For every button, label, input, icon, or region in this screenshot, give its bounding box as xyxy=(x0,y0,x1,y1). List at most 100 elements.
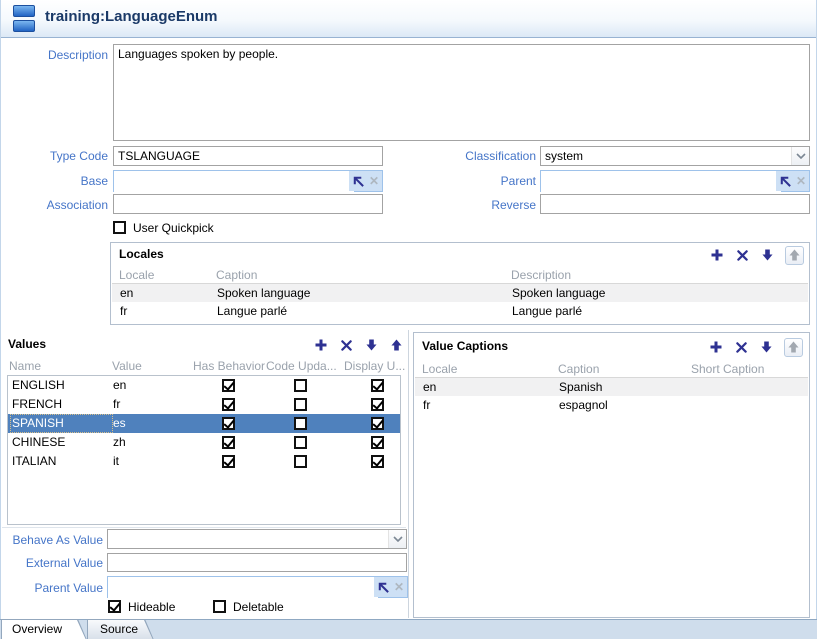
values-group-separator xyxy=(2,527,406,528)
values-row[interactable]: CHINESEzh xyxy=(8,433,400,452)
table-cell: Spanish xyxy=(559,378,602,396)
hideable-checkbox[interactable] xyxy=(108,600,121,613)
parent-value-picker[interactable]: ✕ xyxy=(107,576,408,598)
value-code-cell: zh xyxy=(113,433,126,452)
table-row[interactable]: en Spoken language Spoken language xyxy=(112,284,808,302)
tab-overview-label: Overview xyxy=(12,622,62,636)
classification-select[interactable]: system xyxy=(540,146,810,166)
table-cell: Langue parlé xyxy=(512,302,582,320)
remove-button[interactable] xyxy=(734,340,748,354)
table-cell: Spoken language xyxy=(217,284,310,302)
tab-source[interactable]: Source xyxy=(87,619,154,639)
values-row[interactable]: SPANISHes xyxy=(8,414,400,433)
reverse-input[interactable] xyxy=(540,194,810,214)
code-updatable-checkbox[interactable] xyxy=(294,398,307,411)
description-field[interactable]: Languages spoken by people. xyxy=(113,44,810,141)
display-updatable-checkbox[interactable] xyxy=(371,436,384,449)
column-header: Locale xyxy=(119,268,154,282)
add-button[interactable] xyxy=(710,248,724,262)
parent-label: Parent xyxy=(400,174,536,188)
add-button[interactable] xyxy=(314,338,328,352)
values-row[interactable]: ITALIANit xyxy=(8,452,400,471)
has-behavior-checkbox[interactable] xyxy=(222,398,235,411)
parent-value-input[interactable] xyxy=(108,577,378,599)
display-updatable-checkbox[interactable] xyxy=(371,455,384,468)
display-updatable-checkbox[interactable] xyxy=(371,417,384,430)
pick-cursor-icon[interactable] xyxy=(377,580,391,594)
table-cell: Spoken language xyxy=(512,284,605,302)
display-updatable-checkbox[interactable] xyxy=(371,398,384,411)
clear-icon[interactable]: ✕ xyxy=(394,581,404,593)
move-up-button[interactable] xyxy=(784,338,803,357)
parent-input[interactable] xyxy=(541,171,781,193)
code-updatable-checkbox[interactable] xyxy=(294,436,307,449)
base-picker[interactable]: ✕ xyxy=(113,170,383,192)
move-up-button[interactable] xyxy=(785,246,804,265)
base-input[interactable] xyxy=(114,171,354,193)
display-updatable-checkbox[interactable] xyxy=(371,379,384,392)
user-quickpick-checkbox[interactable] xyxy=(113,221,126,234)
move-up-button[interactable] xyxy=(389,338,403,352)
type-code-input[interactable] xyxy=(113,146,383,166)
clear-icon[interactable]: ✕ xyxy=(796,175,806,187)
table-row[interactable]: frespagnol xyxy=(415,396,808,414)
column-header: Locale xyxy=(422,362,457,376)
association-input[interactable] xyxy=(113,194,383,214)
tab-strip: Overview Source xyxy=(0,619,817,639)
chevron-down-icon[interactable] xyxy=(388,530,406,548)
clear-icon[interactable]: ✕ xyxy=(369,175,379,187)
behave-as-value-select[interactable] xyxy=(107,529,407,549)
has-behavior-checkbox[interactable] xyxy=(222,455,235,468)
table-row[interactable]: enSpanish xyxy=(415,378,808,396)
table-cell: fr xyxy=(423,396,430,414)
code-updatable-checkbox[interactable] xyxy=(294,379,307,392)
column-header: Value xyxy=(112,359,142,373)
has-behavior-checkbox[interactable] xyxy=(222,379,235,392)
table-row[interactable]: frLangue parléLangue parlé xyxy=(112,302,808,320)
column-header: Code Upda... xyxy=(266,359,337,373)
behave-as-value-label: Behave As Value xyxy=(0,533,103,547)
value-code-cell: fr xyxy=(113,395,120,414)
deletable-checkbox[interactable] xyxy=(213,600,226,613)
value-captions-rows: enSpanishfrespagnol xyxy=(415,378,808,414)
value-code-cell: en xyxy=(113,376,126,395)
reverse-label: Reverse xyxy=(400,198,536,212)
remove-button[interactable] xyxy=(339,338,353,352)
type-code-label: Type Code xyxy=(0,149,108,163)
has-behavior-checkbox[interactable] xyxy=(222,436,235,449)
chevron-down-icon[interactable] xyxy=(791,147,809,165)
value-captions-toolbar xyxy=(709,338,803,356)
pick-cursor-icon[interactable] xyxy=(779,174,793,188)
remove-button[interactable] xyxy=(735,248,749,262)
value-name-cell: ENGLISH xyxy=(10,376,113,395)
tab-source-label: Source xyxy=(100,622,138,636)
values-row[interactable]: ENGLISHen xyxy=(8,376,400,395)
external-value-input[interactable] xyxy=(107,553,407,572)
parent-picker[interactable]: ✕ xyxy=(540,170,810,192)
table-cell: en xyxy=(120,284,133,302)
has-behavior-checkbox[interactable] xyxy=(222,417,235,430)
column-header: Caption xyxy=(558,362,599,376)
page-title: training:LanguageEnum xyxy=(45,8,218,25)
pick-cursor-icon[interactable] xyxy=(352,174,366,188)
locales-toolbar xyxy=(710,246,804,264)
value-captions-title: Value Captions xyxy=(422,339,508,353)
move-down-button[interactable] xyxy=(759,340,773,354)
move-down-button[interactable] xyxy=(760,248,774,262)
table-cell: fr xyxy=(120,302,127,320)
enum-editor-window: training:LanguageEnum Description Langua… xyxy=(0,0,817,639)
values-row[interactable]: FRENCHfr xyxy=(8,395,400,414)
column-header: Has Behavior xyxy=(193,359,265,373)
code-updatable-checkbox[interactable] xyxy=(294,417,307,430)
enum-type-icon xyxy=(13,5,35,32)
description-label: Description xyxy=(0,48,108,62)
parent-value-label: Parent Value xyxy=(0,581,103,595)
panel-separator xyxy=(408,330,409,618)
add-button[interactable] xyxy=(709,340,723,354)
tab-overview[interactable]: Overview xyxy=(1,619,87,639)
move-down-button[interactable] xyxy=(364,338,378,352)
value-captions-group: Value Captions Locale Caption Short Capt… xyxy=(413,332,810,618)
code-updatable-checkbox[interactable] xyxy=(294,455,307,468)
locales-title: Locales xyxy=(119,247,164,261)
value-name-cell: ITALIAN xyxy=(10,452,113,471)
